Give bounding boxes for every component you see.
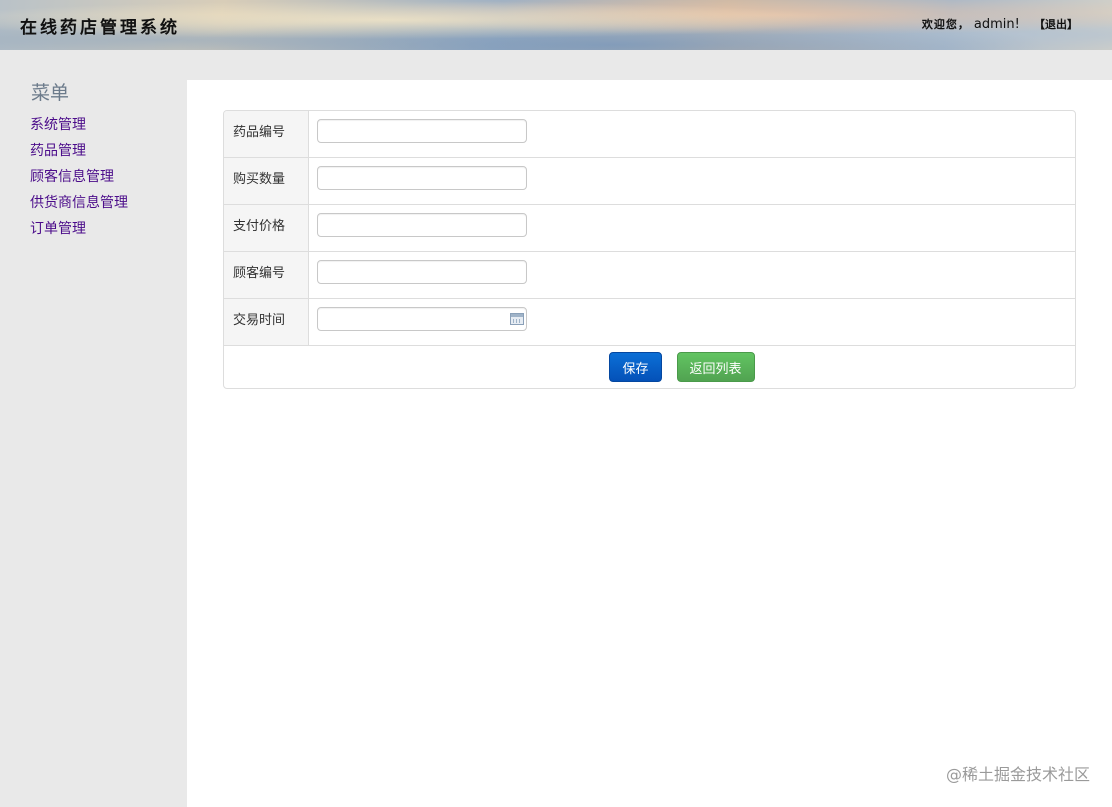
sidebar: 菜单 系统管理 药品管理 顾客信息管理 供货商信息管理 订单管理 <box>0 50 187 807</box>
form-row-trade-time: 交易时间 <box>224 299 1075 346</box>
price-input[interactable] <box>317 213 527 237</box>
watermark: @稀土掘金技术社区 <box>945 765 1090 784</box>
trade-time-picker <box>317 307 527 331</box>
sidebar-item-suppliers: 供货商信息管理 <box>30 193 128 219</box>
drug-id-label: 药品编号 <box>224 111 309 157</box>
drug-id-input[interactable] <box>317 119 527 143</box>
sidebar-link-system[interactable]: 系统管理 <box>30 117 86 133</box>
calendar-icon[interactable] <box>510 313 524 325</box>
quantity-input[interactable] <box>317 166 527 190</box>
form-actions: 保存 返回列表 <box>224 346 1075 388</box>
quantity-label: 购买数量 <box>224 158 309 204</box>
sidebar-link-customers[interactable]: 顾客信息管理 <box>30 169 114 185</box>
sidebar-link-orders[interactable]: 订单管理 <box>30 221 86 237</box>
sidebar-item-customers: 顾客信息管理 <box>30 167 128 193</box>
sidebar-link-drugs[interactable]: 药品管理 <box>30 143 86 159</box>
customer-id-label: 顾客编号 <box>224 252 309 298</box>
sidebar-item-orders: 订单管理 <box>30 219 128 245</box>
user-area: 欢迎您， admin! 【退出】 <box>922 16 1078 32</box>
back-to-list-button[interactable]: 返回列表 <box>676 352 755 382</box>
app-header: 在线药店管理系统 欢迎您， admin! 【退出】 <box>0 0 1112 50</box>
form-row-customer-id: 顾客编号 <box>224 252 1075 299</box>
form-row-quantity: 购买数量 <box>224 158 1075 205</box>
logout-link[interactable]: 【退出】 <box>1034 18 1078 31</box>
menu-list: 系统管理 药品管理 顾客信息管理 供货商信息管理 订单管理 <box>30 115 128 245</box>
sidebar-link-suppliers[interactable]: 供货商信息管理 <box>30 195 128 211</box>
form-row-price: 支付价格 <box>224 205 1075 252</box>
username: admin! <box>973 17 1020 32</box>
main-content: 药品编号 购买数量 支付价格 顾客编号 交易时间 保存 返回列表 <box>187 80 1112 807</box>
app-title: 在线药店管理系统 <box>20 18 180 38</box>
sidebar-item-drugs: 药品管理 <box>30 141 128 167</box>
trade-time-input[interactable] <box>317 307 527 331</box>
trade-time-label: 交易时间 <box>224 299 309 345</box>
save-button[interactable]: 保存 <box>609 352 662 382</box>
sidebar-item-system: 系统管理 <box>30 115 128 141</box>
order-form: 药品编号 购买数量 支付价格 顾客编号 交易时间 保存 返回列表 <box>223 110 1076 389</box>
form-row-drug-id: 药品编号 <box>224 111 1075 158</box>
price-label: 支付价格 <box>224 205 309 251</box>
menu-title: 菜单 <box>31 82 70 104</box>
welcome-text: 欢迎您， <box>921 18 970 31</box>
customer-id-input[interactable] <box>317 260 527 284</box>
